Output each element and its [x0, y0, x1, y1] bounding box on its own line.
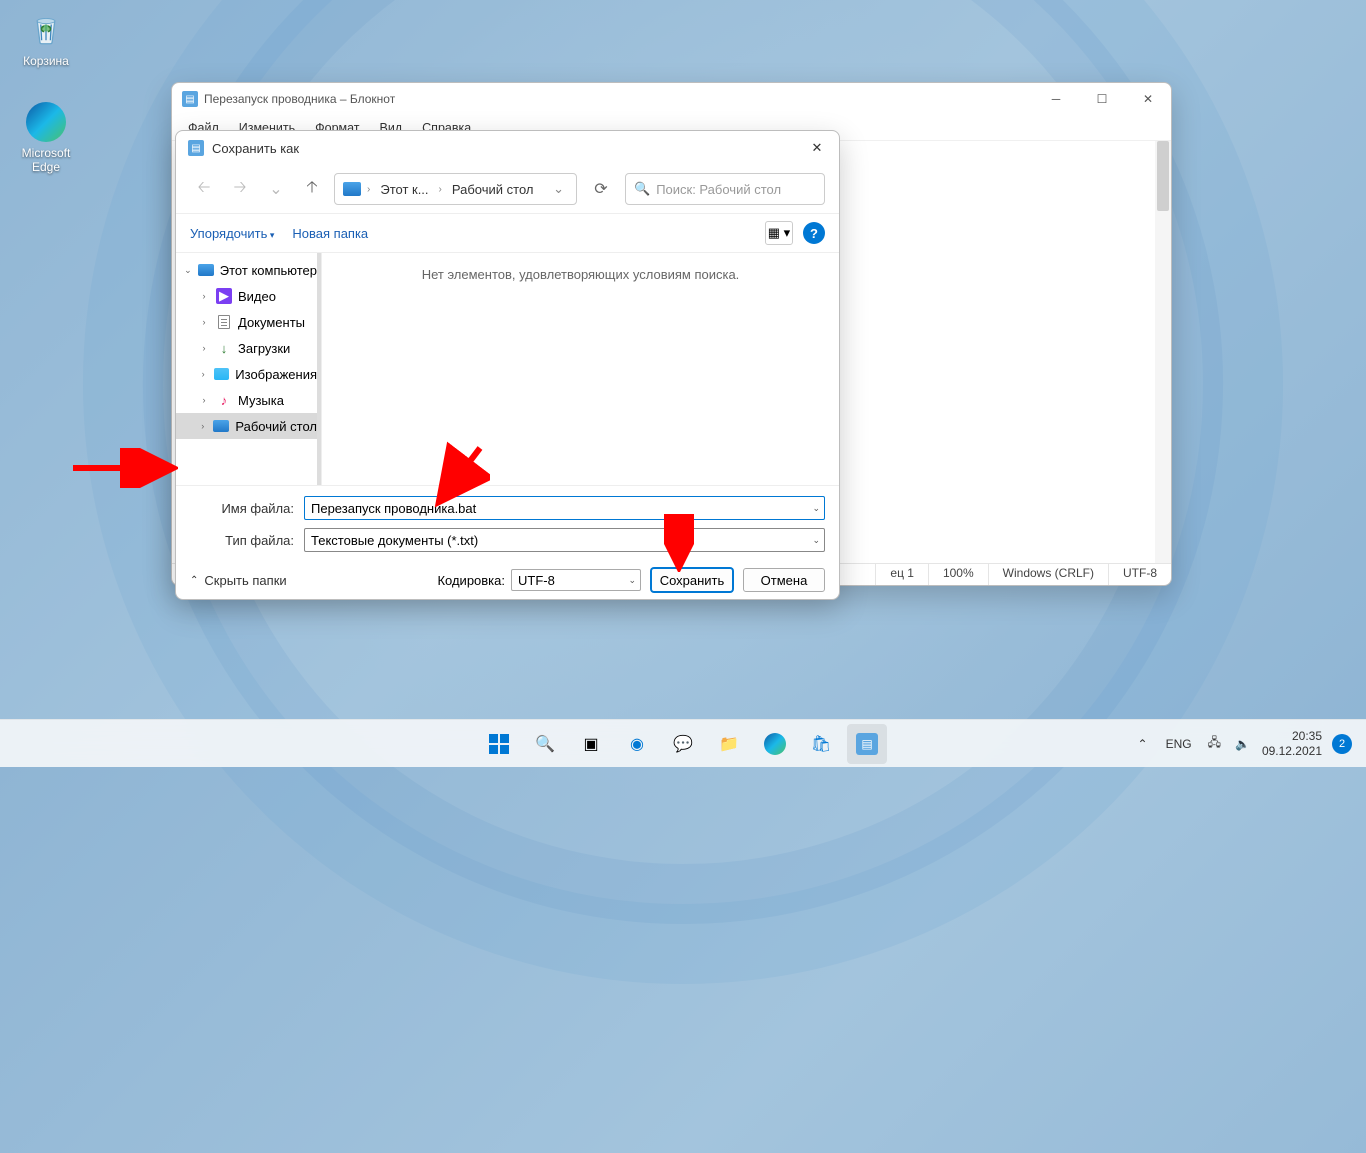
help-button[interactable]: ? [803, 222, 825, 244]
tray-overflow-button[interactable]: ⌃ [1134, 733, 1152, 755]
search-button[interactable]: 🔍 [525, 724, 565, 764]
language-button[interactable]: ENG [1162, 735, 1196, 753]
status-encoding: UTF-8 [1108, 564, 1171, 585]
tree-videos[interactable]: ▶Видео [176, 283, 321, 309]
encoding-select[interactable]: UTF-8 ⌄ [511, 569, 641, 591]
nav-back-button[interactable]: 🡠 [190, 175, 218, 203]
store-icon: 🛍 [809, 732, 833, 756]
recycle-bin-icon [22, 4, 70, 52]
nav-recent-button[interactable]: ⌄ [262, 175, 290, 203]
dialog-title: Сохранить как [212, 141, 299, 156]
search-placeholder: Поиск: Рабочий стол [656, 182, 781, 197]
filename-label: Имя файла: [190, 501, 304, 516]
tree-pictures[interactable]: Изображения [176, 361, 321, 387]
folder-tree: Этот компьютер ▶Видео Документы ↓Загрузк… [176, 253, 322, 485]
taskbar-time: 20:35 [1262, 729, 1322, 744]
status-position: ец 1 [875, 564, 928, 585]
chevron-down-icon[interactable]: ⌄ [812, 503, 820, 514]
tree-documents[interactable]: Документы [176, 309, 321, 335]
widgets-button[interactable]: ◉ [617, 724, 657, 764]
taskbar-date: 09.12.2021 [1262, 744, 1322, 759]
widgets-icon: ◉ [625, 732, 649, 756]
tree-music[interactable]: ♪Музыка [176, 387, 321, 413]
edge-button[interactable] [755, 724, 795, 764]
tree-desktop[interactable]: Рабочий стол [176, 413, 321, 439]
hide-folders-button[interactable]: Скрыть папки [190, 573, 287, 588]
dialog-icon: ▤ [188, 140, 204, 156]
chevron-icon[interactable]: › [367, 184, 370, 195]
file-explorer-button[interactable]: 📁 [709, 724, 749, 764]
taskbar: 🔍 ▣ ◉ 💬 📁 🛍 ▤ ⌃ ENG 🖧 🔈 20:35 09.12.2021… [0, 719, 1366, 767]
notepad-icon: ▤ [182, 91, 198, 107]
encoding-label: Кодировка: [437, 573, 505, 588]
filename-input[interactable]: Перезапуск проводника.bat ⌄ [304, 496, 825, 520]
recycle-bin-label: Корзина [8, 54, 84, 68]
address-bar[interactable]: › Этот к... › Рабочий стол ⌄ [334, 173, 577, 205]
close-button[interactable]: ✕ [1125, 83, 1171, 115]
address-dropdown[interactable]: ⌄ [545, 181, 572, 197]
search-icon: 🔍 [533, 732, 557, 756]
network-icon[interactable]: 🖧 [1206, 731, 1223, 756]
tree-downloads[interactable]: ↓Загрузки [176, 335, 321, 361]
volume-icon[interactable]: 🔈 [1233, 735, 1252, 753]
folder-icon: 📁 [717, 732, 741, 756]
empty-message: Нет элементов, удовлетворяющих условиям … [422, 267, 740, 282]
view-mode-button[interactable]: ▦ ▾ [765, 221, 793, 245]
notepad-title: Перезапуск проводника – Блокнот [204, 92, 395, 106]
recycle-bin[interactable]: Корзина [8, 4, 84, 68]
task-view-icon: ▣ [579, 732, 603, 756]
search-icon: 🔍 [634, 181, 650, 197]
chat-button[interactable]: 💬 [663, 724, 703, 764]
breadcrumb-pc[interactable]: Этот к... [376, 180, 432, 199]
store-button[interactable]: 🛍 [801, 724, 841, 764]
file-list-area[interactable]: Нет элементов, удовлетворяющих условиям … [322, 253, 839, 485]
nav-up-button[interactable]: 🡡 [298, 175, 326, 203]
chat-icon: 💬 [671, 732, 695, 756]
breadcrumb-desktop[interactable]: Рабочий стол [448, 180, 538, 199]
search-input[interactable]: 🔍 Поиск: Рабочий стол [625, 173, 825, 205]
clock-button[interactable]: 20:35 09.12.2021 [1262, 729, 1322, 759]
scrollbar-vertical[interactable] [1155, 141, 1171, 563]
edge-icon [26, 102, 66, 142]
new-folder-button[interactable]: Новая папка [292, 226, 368, 241]
chevron-icon[interactable]: › [439, 184, 442, 195]
tree-scrollbar[interactable] [317, 253, 321, 485]
maximize-button[interactable]: ☐ [1079, 83, 1125, 115]
edge-label: Microsoft Edge [8, 146, 84, 174]
filetype-label: Тип файла: [190, 533, 304, 548]
notepad-taskbar-button[interactable]: ▤ [847, 724, 887, 764]
chevron-down-icon[interactable]: ⌄ [628, 575, 636, 586]
refresh-button[interactable]: ⟳ [585, 173, 617, 205]
status-zoom: 100% [928, 564, 988, 585]
tree-this-pc[interactable]: Этот компьютер [176, 257, 321, 283]
edge-icon [764, 733, 786, 755]
dialog-close-button[interactable]: ✕ [795, 131, 839, 165]
organize-button[interactable]: Упорядочить [190, 226, 274, 241]
status-eol: Windows (CRLF) [988, 564, 1108, 585]
minimize-button[interactable]: ─ [1033, 83, 1079, 115]
save-button[interactable]: Сохранить [651, 568, 733, 592]
chevron-down-icon[interactable]: ⌄ [812, 535, 820, 546]
pc-icon [343, 182, 361, 196]
nav-forward-button[interactable]: 🡢 [226, 175, 254, 203]
microsoft-edge[interactable]: Microsoft Edge [8, 98, 84, 174]
task-view-button[interactable]: ▣ [571, 724, 611, 764]
notepad-icon: ▤ [856, 733, 878, 755]
save-as-dialog: ▤ Сохранить как ✕ 🡠 🡢 ⌄ 🡡 › Этот к... › … [175, 130, 840, 600]
start-button[interactable] [479, 724, 519, 764]
cancel-button[interactable]: Отмена [743, 568, 825, 592]
filetype-select[interactable]: Текстовые документы (*.txt) ⌄ [304, 528, 825, 552]
notifications-button[interactable]: 2 [1332, 734, 1352, 754]
